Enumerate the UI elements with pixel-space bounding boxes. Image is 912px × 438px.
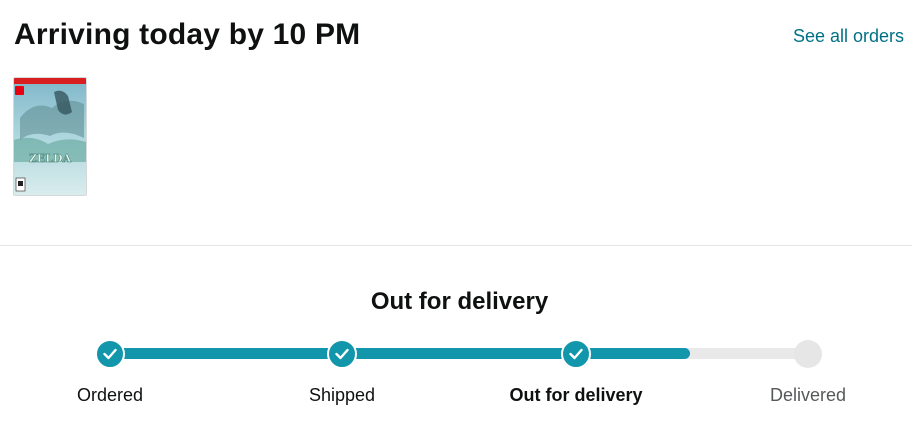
step-ordered-check-icon [95,339,125,369]
step-label-delivered: Delivered [769,385,847,405]
cover-title-text: ZELDA [29,152,72,165]
step-label-ordered: Ordered [76,385,144,405]
step-shipped-check-icon [327,339,357,369]
product-image[interactable]: ZELDA [13,77,87,196]
game-cover-art: ZELDA [14,78,86,195]
section-divider [0,245,912,246]
delivery-status-card: Arriving today by 10 PM See all orders Z… [0,0,912,438]
page-title: Arriving today by 10 PM [14,18,361,51]
switch-banner [14,78,86,84]
step-label-out-for-delivery: Out for delivery [509,385,643,405]
step-label-shipped: Shipped [308,385,376,405]
step-delivered-circle-icon [794,340,822,368]
step-out-for-delivery-check-icon [561,339,591,369]
switch-logo-icon [15,86,24,95]
see-all-orders-link[interactable]: See all orders [793,24,904,48]
progress-fill [109,348,690,359]
delivery-status-title: Out for delivery [370,288,549,315]
